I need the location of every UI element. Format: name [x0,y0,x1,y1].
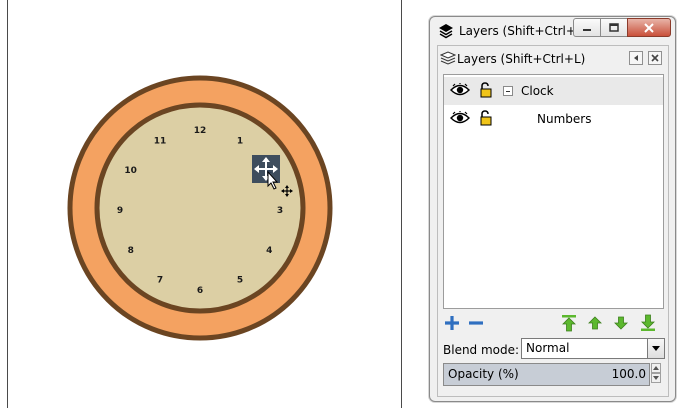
dock-close-icon [651,54,659,62]
dialog-titlebar[interactable]: Layers (Shift+Ctrl+... [430,17,675,43]
clock-number: 7 [157,275,163,285]
raise-to-top-icon[interactable] [560,314,578,332]
clock-number: 6 [197,286,203,296]
minimize-icon [583,28,591,31]
layers-toolbar [443,313,665,335]
minimize-button[interactable] [573,18,601,37]
dock-close-button[interactable] [648,51,662,65]
clock-number: 5 [237,275,243,285]
maximize-button[interactable] [600,18,628,37]
clock-number: 9 [117,206,123,216]
layer-name-numbers[interactable]: Numbers [537,112,591,126]
close-button[interactable] [627,18,671,37]
spin-up-icon[interactable] [651,363,661,373]
clock-number: 3 [277,206,283,216]
layers-app-icon [439,24,453,39]
eye-icon[interactable] [450,111,470,125]
opacity-value: 100.0 [611,367,646,381]
clock-number: 12 [194,126,207,136]
unlocked-padlock-icon[interactable] [479,82,493,98]
drawing-canvas[interactable]: 121234567891011 [0,0,402,408]
layer-name-clock[interactable]: Clock [521,84,554,98]
blend-mode-value: Normal [526,341,570,355]
opacity-slider[interactable]: Opacity (%) 100.0 [443,363,650,386]
maximize-icon [609,22,619,32]
clock-number: 8 [128,246,134,256]
lower-icon[interactable] [612,314,630,332]
layer-row-numbers[interactable]: Numbers [444,105,663,133]
window-controls [573,18,671,37]
collapse-toggle-icon[interactable] [503,86,513,96]
dialog-title: Layers (Shift+Ctrl+... [459,24,588,38]
layers-dialog[interactable]: Layers (Shift+Ctrl+... Layers (Shift+Ctr… [429,16,676,402]
blend-mode-select[interactable]: Normal [521,338,665,359]
close-icon [644,22,654,33]
chevron-down-icon[interactable] [647,339,664,358]
raise-icon[interactable] [586,314,604,332]
plus-icon[interactable] [443,314,461,332]
unlocked-padlock-icon[interactable] [479,110,493,126]
move-arrows-icon[interactable] [252,155,280,183]
clock-number: 11 [154,137,167,147]
dock-title: Layers (Shift+Ctrl+L) [457,52,586,66]
dock-iconify-button[interactable] [629,51,643,65]
opacity-spinner [651,363,661,384]
eye-icon[interactable] [450,83,470,97]
layer-row-clock[interactable]: Clock [444,77,663,105]
blend-mode-label: Blend mode: [443,343,520,357]
lower-to-bottom-icon[interactable] [639,314,657,332]
minus-icon[interactable] [467,314,485,332]
clock-number: 4 [266,246,272,256]
opacity-label: Opacity (%) [448,367,519,381]
layers-dock-panel: Layers (Shift+Ctrl+L) Clock Numbers Blen… [437,45,669,397]
clock-number: 1 [237,137,243,147]
spin-down-icon[interactable] [651,373,661,383]
layers-list[interactable]: Clock Numbers [443,74,664,309]
layers-icon [440,51,456,65]
dock-header: Layers (Shift+Ctrl+L) [438,46,668,70]
clock-number: 10 [124,166,137,176]
clock-drawing[interactable]: 121234567891011 [0,0,402,408]
dock-arrow-left-icon [634,55,638,61]
